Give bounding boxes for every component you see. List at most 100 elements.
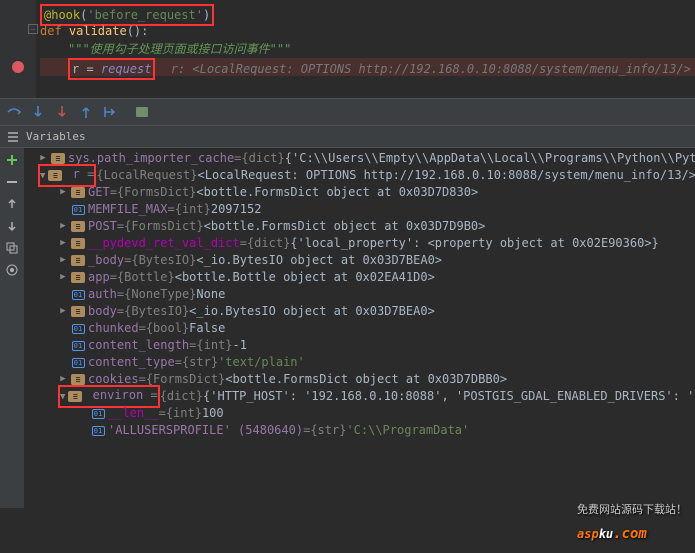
- variable-type: {BytesIO}: [131, 252, 196, 269]
- panel-title: Variables: [26, 130, 86, 143]
- variables-tree[interactable]: ▶≡sys.path_importer_cache = {dict} {'C:\…: [24, 148, 695, 508]
- variable-value: 100: [202, 405, 224, 422]
- equals: =: [117, 218, 124, 235]
- variable-name: GET: [88, 184, 110, 201]
- step-into-my-code-icon[interactable]: [54, 104, 70, 120]
- variable-value: <bottle.FormsDict object at 0x03D7D9B0>: [204, 218, 486, 235]
- variable-value: <LocalRequest: OPTIONS http://192.168.0.…: [198, 167, 695, 184]
- object-icon: ≡: [71, 221, 85, 233]
- step-into-icon[interactable]: [30, 104, 46, 120]
- variables-panel: ▶≡sys.path_importer_cache = {dict} {'C:\…: [0, 148, 695, 508]
- variable-name: 'ALLUSERSPROFILE' (5480640): [108, 422, 303, 439]
- tree-row[interactable]: 01content_type = {str} 'text/plain': [24, 354, 695, 371]
- object-icon: ≡: [71, 374, 85, 386]
- code-line: @hook('before_request'): [40, 4, 695, 22]
- code-line: """使用勾子处理页面或接口访问事件""": [40, 40, 695, 58]
- equals: =: [150, 388, 157, 402]
- variable-type: {Bottle}: [117, 269, 175, 286]
- expand-arrow-icon[interactable]: ▶: [58, 184, 68, 201]
- primitive-icon: 01: [71, 357, 85, 369]
- expand-arrow-icon[interactable]: ▶: [58, 303, 68, 320]
- equals: =: [117, 303, 124, 320]
- tree-row[interactable]: ▶≡__pydevd_ret_val_dict = {dict} {'local…: [24, 235, 695, 252]
- variable-value: {'C:\\Users\\Empty\\AppData\\Local\\Prog…: [285, 150, 695, 167]
- tree-row[interactable]: 01'ALLUSERSPROFILE' (5480640) = {str} 'C…: [24, 422, 695, 439]
- tree-row[interactable]: 01auth = {NoneType} None: [24, 286, 695, 303]
- variable-type: {str}: [310, 422, 346, 439]
- primitive-icon: 01: [71, 204, 85, 216]
- step-out-icon[interactable]: [78, 104, 94, 120]
- object-icon: ≡: [51, 153, 65, 165]
- expand-arrow-icon[interactable]: ▶: [58, 269, 68, 286]
- string-literal: 'before_request': [87, 8, 203, 22]
- watches-icon[interactable]: [4, 262, 20, 278]
- expand-arrow-icon[interactable]: ▶: [58, 235, 68, 252]
- variable-name: content_type: [88, 354, 175, 371]
- evaluate-icon[interactable]: [134, 104, 150, 120]
- variable-name: POST: [88, 218, 117, 235]
- decorator: @hook: [44, 8, 80, 22]
- equals: =: [117, 286, 124, 303]
- move-up-icon[interactable]: [4, 196, 20, 212]
- tree-row[interactable]: ▶≡body = {BytesIO} <_io.BytesIO object a…: [24, 303, 695, 320]
- variable-name: MEMFILE_MAX: [88, 201, 167, 218]
- code-editor[interactable]: @hook('before_request') − def validate()…: [0, 0, 695, 98]
- tree-row[interactable]: ▶≡GET = {FormsDict} <bottle.FormsDict ob…: [24, 184, 695, 201]
- tree-row[interactable]: ▶≡sys.path_importer_cache = {dict} {'C:\…: [24, 150, 695, 167]
- variable-name: environ: [85, 388, 150, 402]
- variable-name: r: [65, 167, 87, 181]
- run-to-cursor-icon[interactable]: [102, 104, 118, 120]
- primitive-icon: 01: [91, 408, 105, 420]
- variable-value: None: [196, 286, 225, 303]
- variable-value: <bottle.FormsDict object at 0x03D7D830>: [196, 184, 478, 201]
- watermark-text: .com: [613, 526, 647, 542]
- variable-type: {int}: [175, 201, 211, 218]
- variable-value: 'text/plain': [218, 354, 305, 371]
- fold-icon[interactable]: −: [28, 24, 38, 34]
- tree-row[interactable]: ▶≡POST = {FormsDict} <bottle.FormsDict o…: [24, 218, 695, 235]
- variable-type: {NoneType}: [124, 286, 196, 303]
- variable-type: {str}: [182, 354, 218, 371]
- tree-row[interactable]: 01__len__ = {int} 100: [24, 405, 695, 422]
- equals: =: [240, 235, 247, 252]
- add-watch-icon[interactable]: [4, 152, 20, 168]
- step-over-icon[interactable]: [6, 104, 22, 120]
- variable-name: body: [88, 303, 117, 320]
- remove-watch-icon[interactable]: [4, 174, 20, 190]
- inline-value-hint: r: <LocalRequest: OPTIONS http://192.168…: [171, 62, 691, 76]
- list-icon: [6, 130, 20, 144]
- variable-type: {dict}: [247, 235, 290, 252]
- equals: =: [110, 184, 117, 201]
- equals: =: [303, 422, 310, 439]
- tree-row[interactable]: 01MEMFILE_MAX = {int} 2097152: [24, 201, 695, 218]
- move-down-icon[interactable]: [4, 218, 20, 234]
- variable-type: {dict}: [160, 388, 203, 405]
- tree-row[interactable]: 01content_length = {int} -1: [24, 337, 695, 354]
- variable-value: <bottle.Bottle object at 0x02EA41D0>: [175, 269, 435, 286]
- code-line: − def validate():: [40, 22, 695, 40]
- current-line: r = request r: <LocalRequest: OPTIONS ht…: [40, 58, 695, 76]
- breakpoint-icon[interactable]: [12, 61, 24, 73]
- expand-arrow-icon[interactable]: ▼: [60, 392, 65, 402]
- variable-type: {LocalRequest}: [96, 167, 197, 184]
- tree-row[interactable]: 01chunked = {bool} False: [24, 320, 695, 337]
- variable-type: {FormsDict}: [117, 184, 196, 201]
- duplicate-icon[interactable]: [4, 240, 20, 256]
- equals: =: [124, 252, 131, 269]
- builtin: request: [101, 62, 152, 76]
- tree-row[interactable]: ▶≡app = {Bottle} <bottle.Bottle object a…: [24, 269, 695, 286]
- watermark-cn: 免费网站源码下载站！: [577, 501, 687, 517]
- variable-name: app: [88, 269, 110, 286]
- variable-type: {int}: [166, 405, 202, 422]
- watermark-text: asp: [577, 527, 599, 541]
- function-name: validate: [69, 24, 127, 38]
- expand-arrow-icon[interactable]: ▶: [58, 252, 68, 269]
- tree-row[interactable]: ▼≡ r = {LocalRequest} <LocalRequest: OPT…: [24, 167, 695, 184]
- expand-arrow-icon[interactable]: ▼: [40, 171, 45, 181]
- variable-value: 2097152: [211, 201, 262, 218]
- tree-row[interactable]: ▶≡_body = {BytesIO} <_io.BytesIO object …: [24, 252, 695, 269]
- variable-name: auth: [88, 286, 117, 303]
- expand-arrow-icon[interactable]: ▶: [58, 218, 68, 235]
- tree-row[interactable]: ▼≡ environ = {dict} {'HTTP_HOST': '192.1…: [24, 388, 695, 405]
- variable-value: <bottle.FormsDict object at 0x03D7DBB0>: [225, 371, 507, 388]
